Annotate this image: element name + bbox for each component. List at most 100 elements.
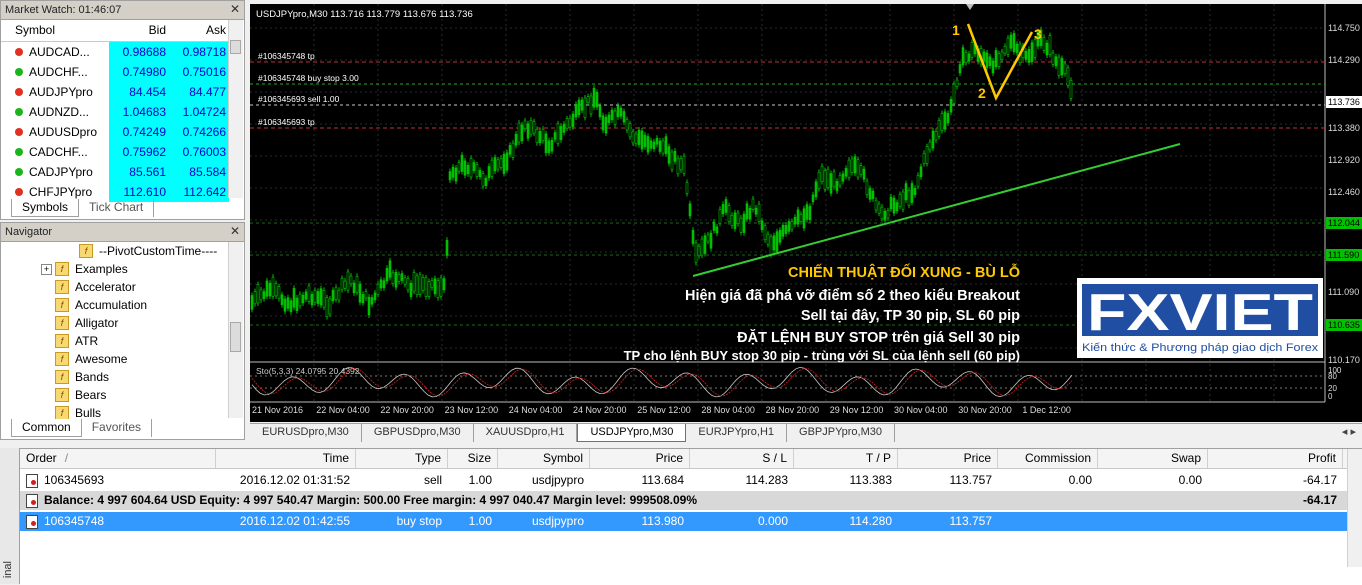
price-chart[interactable]: 114.750 114.290 113.736 113.380 112.920 112.4… — [250, 4, 1362, 422]
annotation-line1: Hiện giá đã phá vỡ điểm số 2 theo kiểu B… — [685, 288, 1020, 304]
chart-tab[interactable]: EURJPYpro,H1 — [686, 424, 788, 442]
symbol-row[interactable]: AUDNZD... 1.04683 1.04724 — [1, 102, 229, 122]
order-value: 114.283 — [745, 473, 789, 487]
order-symbol: usdjpypro — [498, 471, 590, 490]
navigator-item[interactable]: f Accelerator — [41, 278, 136, 296]
column-header[interactable]: Time — [216, 449, 356, 468]
indicator-icon: f — [55, 388, 69, 402]
column-header[interactable]: Type — [356, 449, 448, 468]
symbol-row[interactable]: AUDCAD... 0.98688 0.98718 — [1, 42, 229, 62]
navigator-item[interactable]: f Bands — [41, 368, 109, 386]
column-header[interactable]: Order / — [26, 449, 216, 468]
price-axis-label: 112.460 — [1328, 187, 1360, 197]
navigator-item[interactable]: f --PivotCustomTime---- — [79, 242, 217, 260]
time-axis-label: 23 Nov 12:00 — [445, 405, 499, 415]
chart-tab[interactable]: GBPUSDpro,M30 — [362, 424, 474, 442]
market-watch-panel: Market Watch: 01:46:07 ✕ Symbol Bid Ask … — [0, 0, 245, 220]
column-header[interactable]: Swap — [1098, 449, 1208, 468]
column-header[interactable]: Commission — [998, 449, 1098, 468]
symbol-row[interactable]: AUDCHF... 0.74980 0.75016 — [1, 62, 229, 82]
arrow-down-icon — [15, 188, 23, 196]
order-row[interactable]: 106345693 2016.12.02 01:31:52 sell 1.00 usdj… — [20, 471, 1362, 490]
bid-price: 85.561 — [109, 162, 169, 182]
symbol-row[interactable]: AUDUSDpro 0.74249 0.74266 — [1, 122, 229, 142]
trend-line[interactable] — [692, 143, 1181, 277]
terminal-side-tab[interactable]: inal — [0, 448, 20, 584]
scroll-thumb[interactable] — [230, 40, 241, 54]
symbol-row[interactable]: CADJPYpro 85.561 85.584 — [1, 162, 229, 182]
column-header-label: Size — [467, 451, 491, 465]
order-order: 106345748 — [26, 512, 216, 531]
column-symbol[interactable]: Symbol — [1, 20, 109, 41]
tab-common[interactable]: Common — [11, 419, 82, 437]
market-watch-tabs: Symbols Tick Chart — [1, 199, 155, 217]
annotation-line2: Sell tại đây, TP 30 pip, SL 60 pip — [801, 308, 1020, 324]
ask-price: 0.75016 — [169, 62, 229, 82]
scroll-thumb[interactable] — [230, 322, 241, 352]
logo-brand: FXVIET — [1087, 284, 1313, 342]
symbol-row[interactable]: AUDJPYpro 84.454 84.477 — [1, 82, 229, 102]
order-sl: 114.283 — [690, 471, 794, 490]
navigator-item[interactable]: f Bears — [41, 386, 106, 404]
column-header-label: Price — [963, 451, 991, 465]
symbol-cell: AUDJPYpro — [1, 82, 109, 102]
price-axis-label: 111.090 — [1328, 287, 1359, 297]
column-ask[interactable]: Ask — [169, 20, 229, 41]
logo-tagline: Kiến thức & Phương pháp giao dịch Forex — [1082, 342, 1319, 354]
balance-text: Balance: 4 997 604.64 USD Equity: 4 997 … — [44, 493, 698, 507]
chart-tab[interactable]: XAUUSDpro,H1 — [474, 424, 578, 442]
indicator-icon: f — [55, 334, 69, 348]
column-header[interactable]: S / L — [690, 449, 794, 468]
symbol-row[interactable]: CADCHF... 0.75962 0.76003 — [1, 142, 229, 162]
chart-tabs: EURUSDpro,M30 GBPUSDpro,M30 XAUUSDpro,H1 US… — [250, 423, 1362, 442]
arrow-up-icon — [15, 68, 23, 76]
column-bid[interactable]: Bid — [109, 20, 169, 41]
chart-shift-marker-icon[interactable] — [966, 4, 974, 10]
close-icon[interactable]: ✕ — [230, 224, 240, 238]
tab-tick-chart[interactable]: Tick Chart — [79, 199, 155, 217]
indicator-icon: f — [55, 298, 69, 312]
symbol-name: AUDCHF... — [29, 65, 88, 79]
symbol-name: CHFJPYpro — [29, 185, 93, 199]
bid-price: 0.98688 — [109, 42, 169, 62]
expand-icon[interactable]: + — [41, 263, 52, 275]
bid-price: 0.75962 — [109, 142, 169, 162]
chart-canvas[interactable]: 114.750 114.290 113.736 113.380 112.920 112.4… — [250, 4, 1362, 422]
order-value: 113.757 — [949, 514, 993, 528]
navigator-item[interactable]: f Awesome — [41, 350, 127, 368]
navigator-scrollbar[interactable] — [228, 242, 243, 418]
order-swap: 0.00 — [1098, 471, 1208, 490]
order-row[interactable]: 106345748 2016.12.02 01:42:55 buy stop 1.00… — [20, 512, 1362, 531]
order-level-label: #106345748 tp — [258, 51, 315, 61]
navigator-item[interactable]: f Accumulation — [41, 296, 147, 314]
market-watch-scrollbar[interactable] — [228, 20, 243, 198]
tab-symbols[interactable]: Symbols — [11, 199, 80, 217]
chart-tab[interactable]: GBPJPYpro,M30 — [787, 424, 895, 442]
time-axis-label: 29 Nov 12:00 — [830, 405, 884, 415]
order-icon — [26, 473, 38, 488]
column-header[interactable]: Price — [590, 449, 690, 468]
column-header[interactable]: Symbol — [498, 449, 590, 468]
close-icon[interactable]: ✕ — [230, 2, 240, 16]
column-header[interactable]: Profit — [1208, 449, 1343, 468]
price-axis-label: 113.380 — [1328, 123, 1360, 133]
price-axis-label: 114.290 — [1328, 55, 1360, 65]
column-header[interactable]: Size — [448, 449, 498, 468]
time-axis-label: 1 Dec 12:00 — [1022, 405, 1071, 415]
terminal-scrollbar[interactable] — [1347, 449, 1362, 567]
navigator-item-label: Bears — [75, 388, 107, 402]
tab-favorites[interactable]: Favorites — [82, 419, 153, 437]
navigator-item[interactable]: f ATR — [41, 332, 98, 350]
pattern-point-label: 2 — [978, 85, 986, 101]
column-header[interactable]: Price — [898, 449, 998, 468]
chart-tab[interactable]: USDJPYpro,M30 — [577, 424, 687, 442]
navigator-item[interactable]: f Alligator — [41, 314, 118, 332]
navigator-item-label: Bulls — [75, 406, 102, 420]
column-header[interactable]: T / P — [794, 449, 898, 468]
chart-tab[interactable]: EURUSDpro,M30 — [250, 424, 362, 442]
navigator-item[interactable]: + f Examples — [41, 260, 128, 278]
tab-scroll-arrows[interactable]: ◂ ▸ — [1342, 424, 1362, 442]
bid-price: 0.74980 — [109, 62, 169, 82]
order-value: 114.280 — [849, 514, 893, 528]
bid-price: 0.74249 — [109, 122, 169, 142]
